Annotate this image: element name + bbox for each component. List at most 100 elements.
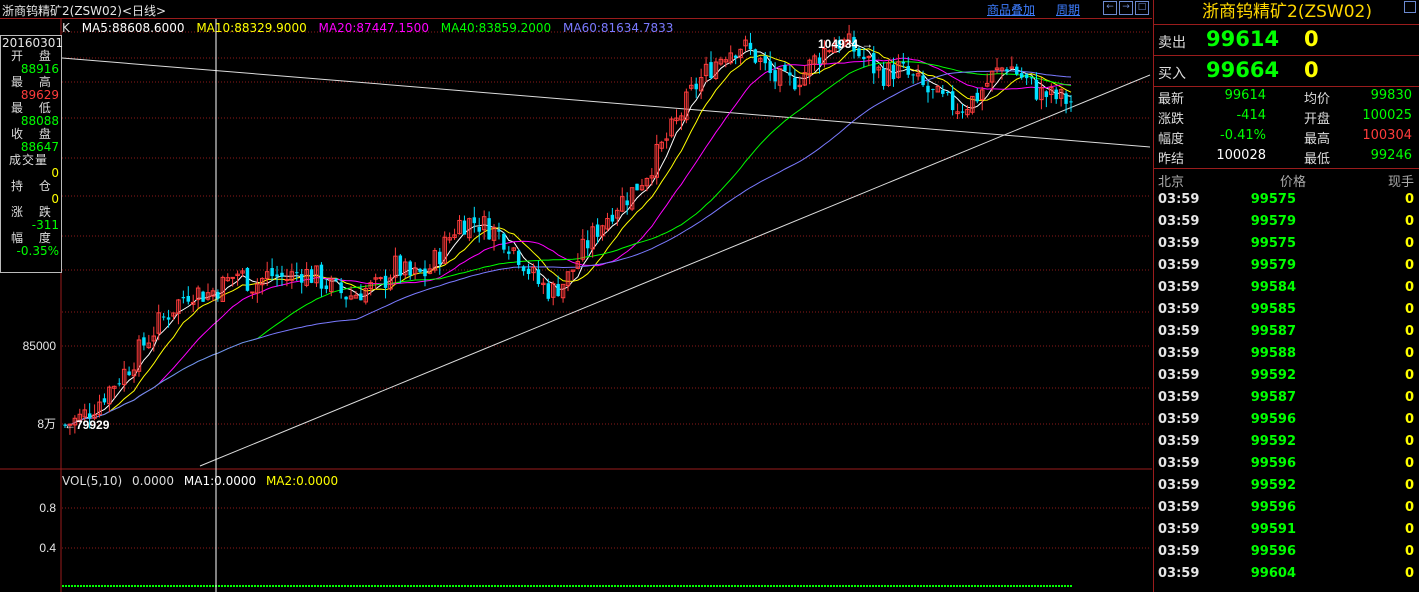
ask-row[interactable]: 卖出 99614 0 — [1154, 25, 1419, 56]
trade-price: 99592 — [1250, 434, 1296, 449]
trade-qty: 0 — [1404, 434, 1414, 449]
extreme-markers: 104934 → ←79929 — [64, 37, 873, 432]
trade-row[interactable]: 03:59 99587 0 — [1154, 387, 1419, 409]
ma5-label: MA5:88608.6000 — [81, 21, 185, 35]
trade-row[interactable]: 03:59 99592 0 — [1154, 365, 1419, 387]
period-link[interactable]: 周期 — [1056, 1, 1080, 18]
k-label: K — [62, 21, 70, 35]
candle — [684, 88, 689, 124]
candle — [585, 230, 590, 256]
trade-time: 03:59 — [1158, 368, 1200, 383]
candle — [797, 76, 803, 96]
trade-row[interactable]: 03:59 99584 0 — [1154, 277, 1419, 299]
next-button[interactable]: → — [1119, 1, 1133, 15]
candlestick-chart[interactable]: 85000 8万 0.8 0.4 104934 → ←79929 — [0, 0, 1152, 592]
candle-body — [783, 65, 787, 71]
candle — [275, 265, 279, 287]
candle — [127, 366, 131, 377]
candle-body — [921, 75, 925, 86]
trade-row[interactable]: 03:59 99579 0 — [1154, 255, 1419, 277]
candle — [694, 77, 698, 99]
candle — [768, 51, 772, 81]
vol-ma2: MA2:0.0000 — [265, 474, 339, 488]
candle — [131, 362, 137, 383]
trade-row[interactable]: 03:59 99596 0 — [1154, 409, 1419, 431]
trade-row[interactable]: 03:59 99596 0 — [1154, 497, 1419, 519]
trade-time: 03:59 — [1158, 390, 1200, 405]
trade-row[interactable]: 03:59 99591 0 — [1154, 519, 1419, 541]
trade-qty: 0 — [1404, 368, 1414, 383]
candle-body — [763, 55, 767, 64]
ma20-label: MA20:87447.1500 — [318, 21, 429, 35]
candle — [931, 88, 935, 99]
trade-row[interactable]: 03:59 99575 0 — [1154, 189, 1419, 211]
trade-price: 99579 — [1250, 258, 1296, 273]
candle — [941, 84, 945, 98]
ask-qty: 0 — [1304, 27, 1319, 51]
trade-qty: 0 — [1404, 478, 1414, 493]
trade-price: 99588 — [1250, 346, 1296, 361]
trade-time: 03:59 — [1158, 192, 1200, 207]
volume-axis: 0.8 0.4 — [39, 501, 1072, 587]
trade-row[interactable]: 03:59 99585 0 — [1154, 299, 1419, 321]
trades-header: 北京 价格 现手 — [1154, 168, 1419, 190]
candle-body — [881, 68, 886, 86]
candle — [201, 290, 205, 303]
candle — [541, 278, 546, 295]
candle-body — [127, 371, 131, 376]
candle-body — [595, 224, 600, 237]
candle-body — [270, 268, 274, 277]
trade-price: 99596 — [1250, 500, 1296, 515]
candle — [906, 56, 910, 78]
trade-row[interactable]: 03:59 99575 0 — [1154, 233, 1419, 255]
ma40-label: MA40:83859.2000 — [440, 21, 552, 35]
prev-button[interactable]: ← — [1103, 1, 1117, 15]
trade-price: 99587 — [1250, 390, 1296, 405]
candle — [462, 215, 467, 235]
trade-row[interactable]: 03:59 99604 0 — [1154, 563, 1419, 585]
candle — [270, 258, 274, 281]
candle — [915, 64, 921, 81]
trade-row[interactable]: 03:59 99579 0 — [1154, 211, 1419, 233]
trade-price: 99596 — [1250, 456, 1296, 471]
candle — [802, 65, 807, 87]
trade-row[interactable]: 03:59 99592 0 — [1154, 475, 1419, 497]
trade-price: 99596 — [1250, 544, 1296, 559]
vol-value: 0.0000 — [132, 474, 175, 488]
candle-body — [516, 250, 521, 265]
candle — [960, 104, 965, 119]
trade-row[interactable]: 03:59 99596 0 — [1154, 453, 1419, 475]
candle — [117, 378, 121, 387]
candle-body — [117, 383, 121, 385]
stat-value: 99246 — [1370, 148, 1412, 163]
trade-time: 03:59 — [1158, 214, 1200, 229]
trade-row[interactable]: 03:59 99596 0 — [1154, 541, 1419, 563]
candle — [393, 247, 398, 285]
close-button[interactable]: □ — [1135, 1, 1149, 15]
candle-body — [960, 111, 965, 113]
stat-value: -414 — [1236, 108, 1266, 123]
candle-body — [1005, 69, 1009, 72]
overlay-link[interactable]: 商品叠加 — [987, 1, 1035, 18]
trade-row[interactable]: 03:59 99592 0 — [1154, 431, 1419, 453]
candle — [97, 394, 102, 418]
stat-row: 最新 99614 均价 99830 — [1154, 86, 1419, 107]
trade-qty: 0 — [1404, 192, 1414, 207]
candle — [605, 212, 610, 232]
ma60-label: MA60:81634.7833 — [563, 21, 674, 35]
candle — [373, 273, 378, 290]
bid-row[interactable]: 买入 99664 0 — [1154, 56, 1419, 87]
stat-label: 昨结 — [1158, 152, 1185, 167]
candle-body — [186, 295, 191, 302]
candle — [713, 57, 719, 81]
bid-label: 买入 — [1158, 66, 1186, 82]
candle — [507, 246, 511, 260]
trade-row[interactable]: 03:59 99587 0 — [1154, 321, 1419, 343]
trade-time: 03:59 — [1158, 258, 1200, 273]
candle — [487, 211, 491, 241]
candle — [748, 32, 753, 55]
trade-qty: 0 — [1404, 346, 1414, 361]
high-marker: 104934 → — [818, 37, 873, 51]
panel-maximize-icon[interactable] — [1404, 1, 1416, 13]
trade-row[interactable]: 03:59 99588 0 — [1154, 343, 1419, 365]
